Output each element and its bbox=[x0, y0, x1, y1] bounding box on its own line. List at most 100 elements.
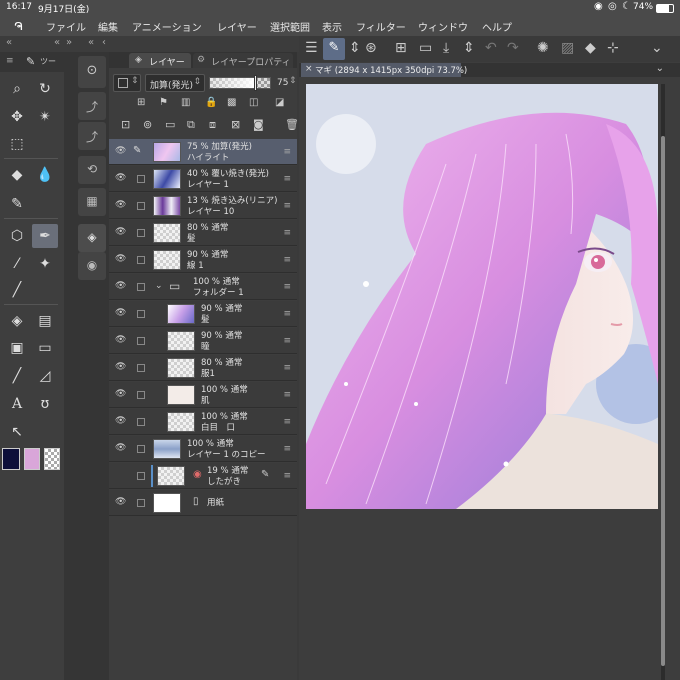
lock-icon[interactable]: 🔒 bbox=[205, 97, 217, 108]
save-icon[interactable]: ⤓ bbox=[443, 40, 449, 56]
chevron-updown-icon[interactable]: ⇕ bbox=[349, 40, 361, 56]
zoom-icon[interactable]: ⌕ bbox=[4, 77, 30, 101]
layer-row-paper[interactable]: 👁 ▯ 用紙 bbox=[109, 490, 297, 516]
visibility-eye-icon[interactable]: 👁 bbox=[115, 147, 126, 156]
pen-icon[interactable]: ✎ bbox=[4, 192, 30, 216]
vector-tool-button[interactable]: ⤴ bbox=[78, 92, 106, 120]
tab-layer-properties[interactable]: ⚙ レイヤープロパティ bbox=[193, 53, 293, 68]
chevron-down-icon[interactable]: ⌄ bbox=[651, 40, 663, 56]
pen-selected-icon[interactable]: ✒ bbox=[32, 224, 58, 248]
undo-icon[interactable]: ↶ bbox=[485, 40, 497, 56]
drag-handle-icon[interactable]: ≡ bbox=[283, 228, 291, 238]
fill-icon[interactable]: ◈ bbox=[4, 309, 30, 333]
artwork-canvas[interactable] bbox=[306, 84, 658, 509]
menu-help[interactable]: ヘルプ bbox=[482, 19, 512, 34]
menu-view[interactable]: 表示 bbox=[322, 19, 342, 34]
sparkle-icon[interactable]: ✦ bbox=[32, 252, 58, 276]
frame-icon[interactable]: ▭ bbox=[32, 336, 58, 360]
layer-color-icon[interactable]: ◪ bbox=[275, 97, 284, 108]
eraser-icon[interactable]: ◆ bbox=[4, 163, 30, 187]
visibility-eye-icon[interactable]: 👁 bbox=[115, 282, 126, 291]
layer-checkbox[interactable] bbox=[137, 310, 145, 318]
material-button[interactable]: ▦ bbox=[78, 188, 106, 216]
drag-handle-icon[interactable]: ≡ bbox=[283, 363, 291, 373]
layer-checkbox[interactable] bbox=[137, 202, 145, 210]
text-icon[interactable]: A bbox=[4, 392, 30, 416]
clear-icon[interactable]: ▨ bbox=[561, 40, 574, 56]
lock-alpha-icon[interactable]: ▩ bbox=[227, 97, 236, 108]
tab-layer[interactable]: ◈ レイヤー bbox=[129, 53, 191, 68]
chevron-left-icon[interactable]: ‹ bbox=[102, 37, 106, 48]
opacity-slider[interactable] bbox=[209, 75, 271, 91]
menu-layer[interactable]: レイヤー bbox=[217, 19, 257, 34]
drag-handle-icon[interactable]: ≡ bbox=[283, 174, 291, 184]
folder-expand-chevron-icon[interactable]: ⌄ bbox=[155, 281, 163, 291]
trash-icon[interactable]: 🗑 bbox=[285, 118, 299, 131]
visibility-eye-icon[interactable]: 👁 bbox=[115, 309, 126, 318]
brush-icon[interactable]: ╱ bbox=[4, 278, 30, 302]
visibility-eye-icon[interactable]: 👁 bbox=[115, 444, 126, 453]
layer-row[interactable]: 👁 90 % 通常線 1 ≡ bbox=[109, 247, 297, 273]
menu-file[interactable]: ファイル bbox=[46, 19, 86, 34]
layer-row[interactable]: 👁 100 % 通常肌 ≡ bbox=[109, 382, 297, 408]
layer-checkbox[interactable] bbox=[137, 256, 145, 264]
mask-icon[interactable]: ◫ bbox=[249, 97, 258, 108]
layer-checkbox[interactable] bbox=[137, 499, 145, 507]
hidden-eye-icon[interactable] bbox=[115, 471, 125, 479]
correction-icon[interactable]: ↖ bbox=[4, 420, 30, 444]
tool-menu-icon[interactable]: ≡ bbox=[6, 56, 14, 66]
selection-icon[interactable]: ⬚ bbox=[4, 132, 30, 156]
new-raster-layer-icon[interactable]: ⊡ bbox=[121, 118, 130, 131]
expand-right-icon[interactable]: » bbox=[66, 37, 72, 48]
transform-icon[interactable]: ⊹ bbox=[607, 40, 619, 56]
layer-search-button[interactable]: ◉ bbox=[78, 252, 106, 280]
layers-stack-button[interactable]: ◈ bbox=[78, 224, 106, 252]
loading-icon[interactable]: ✺ bbox=[537, 40, 549, 56]
visibility-eye-icon[interactable]: 👁 bbox=[115, 228, 126, 237]
layer-checkbox[interactable] bbox=[137, 364, 145, 372]
transfer-icon[interactable]: ⧉ bbox=[187, 118, 195, 132]
layer-checkbox[interactable] bbox=[137, 472, 145, 480]
visibility-eye-icon[interactable]: 👁 bbox=[115, 255, 126, 264]
drag-handle-icon[interactable]: ≡ bbox=[283, 201, 291, 211]
palette-color-button[interactable]: ⇕ bbox=[113, 74, 141, 92]
gradient-icon[interactable]: ▣ bbox=[4, 336, 30, 360]
drag-handle-icon[interactable]: ≡ bbox=[283, 471, 291, 481]
reference-icon[interactable]: ⚑ bbox=[159, 97, 168, 108]
new-vector-layer-icon[interactable]: ⊚ bbox=[143, 118, 152, 131]
layer-row[interactable]: ◉ 19 % 通常 したがき ✎ ≡ bbox=[109, 463, 297, 489]
collapse-left-icon-3[interactable]: « bbox=[88, 37, 94, 48]
visibility-eye-icon[interactable]: 👁 bbox=[115, 363, 126, 372]
auto-select-icon[interactable]: ✴ bbox=[32, 105, 58, 129]
close-tab-icon[interactable]: × bbox=[305, 64, 313, 74]
layer-row[interactable]: 👁 100 % 通常 白目 口 ≡ bbox=[109, 409, 297, 435]
scrollbar-thumb[interactable] bbox=[661, 136, 665, 666]
subtool-tab-label[interactable]: ツー bbox=[40, 56, 56, 67]
opacity-stepper-icon[interactable]: ⇕ bbox=[289, 76, 297, 86]
canvas-tab[interactable]: × マギ (2894 x 1415px 350dpi 73.7%) bbox=[301, 63, 467, 77]
drag-handle-icon[interactable]: ≡ bbox=[283, 336, 291, 346]
layer-checkbox[interactable] bbox=[137, 175, 145, 183]
layer-row[interactable]: 👁 13 % 焼き込み(リニア) レイヤー 10 ≡ bbox=[109, 193, 297, 219]
line-icon[interactable]: ╱ bbox=[4, 364, 30, 388]
layer-checkbox[interactable] bbox=[137, 337, 145, 345]
history-button[interactable]: ⟲ bbox=[78, 156, 106, 184]
ruler-icon[interactable]: ◿ bbox=[32, 364, 58, 388]
layer-row[interactable]: 👁 100 % 通常 レイヤー 1 のコピー ≡ bbox=[109, 436, 297, 462]
navigator-icon[interactable]: ⊛ bbox=[365, 40, 377, 56]
redo-icon[interactable]: ↷ bbox=[507, 40, 519, 56]
fill-bucket-icon[interactable]: ◆ bbox=[585, 40, 596, 56]
tab-list-chevron-icon[interactable]: ⌄ bbox=[656, 63, 664, 74]
collapse-left-icon[interactable]: « bbox=[6, 37, 12, 48]
layer-row[interactable]: 👁 80 % 通常髪 ≡ bbox=[109, 220, 297, 246]
layer-checkbox[interactable] bbox=[137, 445, 145, 453]
drag-handle-icon[interactable]: ≡ bbox=[283, 390, 291, 400]
clip-icon[interactable]: ⊞ bbox=[137, 97, 145, 108]
menu-filter[interactable]: フィルター bbox=[356, 19, 406, 34]
brush-mode-button[interactable]: ✎ bbox=[323, 38, 345, 60]
layer-checkbox[interactable] bbox=[137, 391, 145, 399]
menu-window[interactable]: ウィンドウ bbox=[418, 19, 468, 34]
sub-color-swatch[interactable] bbox=[24, 448, 40, 470]
drag-handle-icon[interactable]: ≡ bbox=[283, 282, 291, 292]
chevron-updown-icon-2[interactable]: ⇕ bbox=[463, 40, 475, 56]
